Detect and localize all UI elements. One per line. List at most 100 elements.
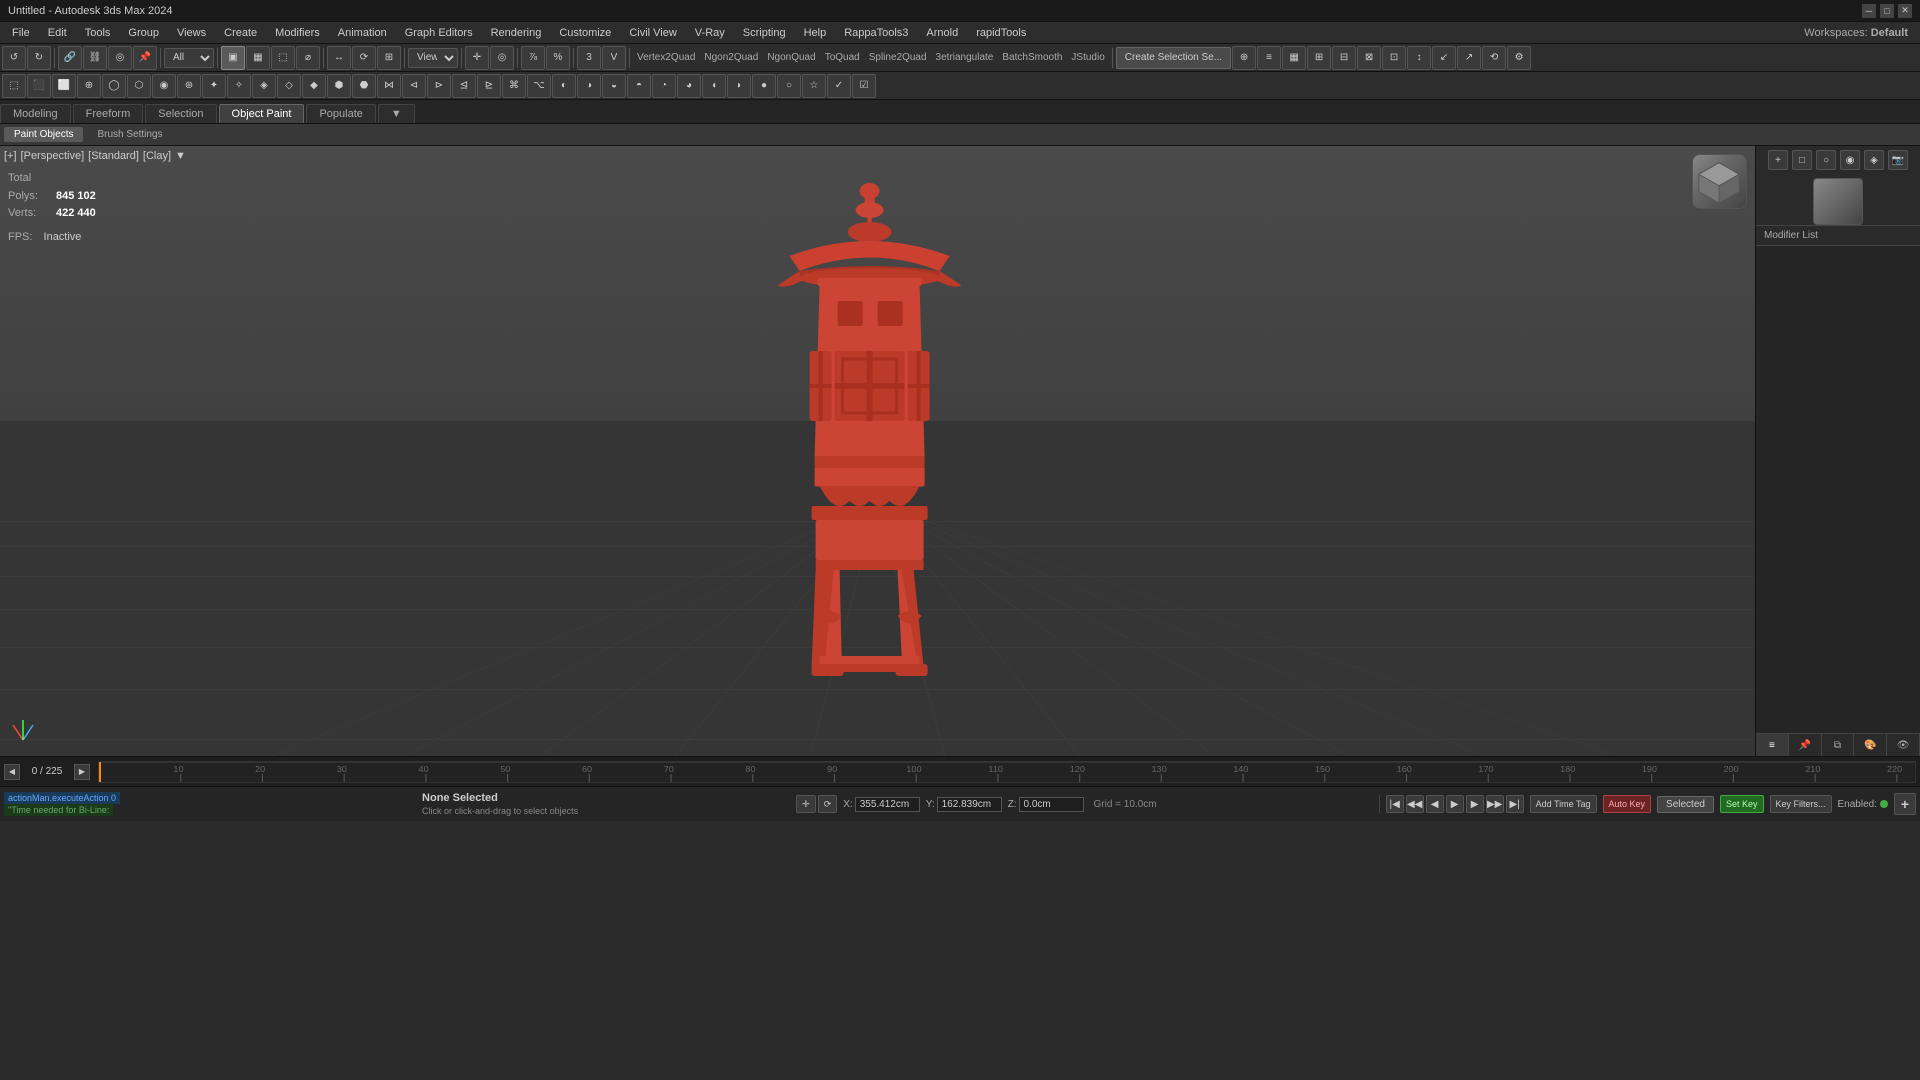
play-first-button[interactable]: |◀ <box>1386 795 1404 813</box>
obj-6[interactable]: ⬡ <box>127 74 151 98</box>
mirror-button[interactable]: ↔ <box>327 46 351 70</box>
snap3d-button[interactable]: 3 <box>577 46 601 70</box>
obj-35[interactable]: ☑ <box>852 74 876 98</box>
tab-selection[interactable]: Selection <box>145 104 216 123</box>
view-dropdown[interactable]: View <box>408 48 458 68</box>
viewport-clay[interactable]: [Clay] <box>143 150 171 162</box>
tb-extra-10[interactable]: ↗ <box>1457 46 1481 70</box>
move-icon-btn[interactable]: ✛ <box>796 795 816 813</box>
menu-file[interactable]: File <box>4 25 38 41</box>
obj-13[interactable]: ◆ <box>302 74 326 98</box>
add-button[interactable]: + <box>1894 793 1916 815</box>
timeline-ruler-container[interactable]: 10 20 30 40 50 60 70 80 90 100 110 120 1… <box>98 761 1916 783</box>
play-last-button[interactable]: ▶| <box>1506 795 1524 813</box>
rotate-button[interactable]: ⟳ <box>352 46 376 70</box>
menu-create[interactable]: Create <box>216 25 265 41</box>
z-input[interactable] <box>1019 797 1084 812</box>
tb-extra-3[interactable]: ▦ <box>1282 46 1306 70</box>
obj-11[interactable]: ◈ <box>252 74 276 98</box>
subtab-paint-objects[interactable]: Paint Objects <box>4 127 83 142</box>
play-button[interactable]: ▶ <box>1446 795 1464 813</box>
rp-icon-sphere[interactable]: ◉ <box>1840 150 1860 170</box>
obj-14[interactable]: ⬢ <box>327 74 351 98</box>
close-button[interactable]: ✕ <box>1898 4 1912 18</box>
redo-button[interactable]: ↻ <box>27 46 51 70</box>
play-prev-frame-button[interactable]: ◀ <box>1426 795 1444 813</box>
viewport[interactable]: [+] [Perspective] [Standard] [Clay] ▼ To… <box>0 146 1755 756</box>
tb-extra-12[interactable]: ⚙ <box>1507 46 1531 70</box>
rp-icon-light[interactable]: ◈ <box>1864 150 1884 170</box>
tb-extra-6[interactable]: ⊠ <box>1357 46 1381 70</box>
obj-21[interactable]: ⌘ <box>502 74 526 98</box>
obj-27[interactable]: ◔ <box>652 74 676 98</box>
bind-button[interactable]: ◎ <box>108 46 132 70</box>
menu-views[interactable]: Views <box>169 25 214 41</box>
rp-tab-stack[interactable]: ⧉ <box>1822 734 1855 756</box>
obj-24[interactable]: ◑ <box>577 74 601 98</box>
timeline-next-button[interactable]: ▶ <box>74 764 90 780</box>
obj-28[interactable]: ◕ <box>677 74 701 98</box>
unpin-button[interactable]: 📌 <box>133 46 157 70</box>
rp-icon-add[interactable]: + <box>1768 150 1788 170</box>
create-selection-button[interactable]: Create Selection Se... <box>1116 47 1231 69</box>
menu-modifiers[interactable]: Modifiers <box>267 25 328 41</box>
menu-arnold[interactable]: Arnold <box>918 25 966 41</box>
undo-button[interactable]: ↺ <box>2 46 26 70</box>
viewport-standard[interactable]: [Standard] <box>88 150 139 162</box>
tb-extra-7[interactable]: ⊡ <box>1382 46 1406 70</box>
key-filters-button[interactable]: Key Filters... <box>1770 795 1832 813</box>
obj-20[interactable]: ⊵ <box>477 74 501 98</box>
obj-34[interactable]: ✓ <box>827 74 851 98</box>
rotate2-button[interactable]: ◎ <box>490 46 514 70</box>
set-key-button[interactable]: Set Key <box>1720 795 1764 813</box>
menu-edit[interactable]: Edit <box>40 25 75 41</box>
obj-30[interactable]: ◗ <box>727 74 751 98</box>
menu-graph-editors[interactable]: Graph Editors <box>397 25 481 41</box>
tab-freeform[interactable]: Freeform <box>73 104 144 123</box>
select-name-button[interactable]: ▦ <box>246 46 270 70</box>
rp-tab-pin[interactable]: 📌 <box>1789 734 1822 756</box>
obj-18[interactable]: ⊳ <box>427 74 451 98</box>
obj-10[interactable]: ✧ <box>227 74 251 98</box>
rp-tab-list[interactable]: ≡ <box>1756 734 1789 756</box>
percent-button[interactable]: ⅞ <box>521 46 545 70</box>
tb-extra-1[interactable]: ⊕ <box>1232 46 1256 70</box>
play-prev-button[interactable]: ◀◀ <box>1406 795 1424 813</box>
move-button[interactable]: ✛ <box>465 46 489 70</box>
obj-7[interactable]: ◉ <box>152 74 176 98</box>
menu-customize[interactable]: Customize <box>551 25 619 41</box>
select-button[interactable]: ▣ <box>221 46 245 70</box>
menu-help[interactable]: Help <box>796 25 835 41</box>
rp-tab-eye[interactable]: 👁 <box>1887 734 1920 756</box>
rp-tab-color[interactable]: 🎨 <box>1854 734 1887 756</box>
obj-32[interactable]: ○ <box>777 74 801 98</box>
obj-19[interactable]: ⊴ <box>452 74 476 98</box>
menu-rendering[interactable]: Rendering <box>483 25 550 41</box>
obj-25[interactable]: ◒ <box>602 74 626 98</box>
rotate-icon-btn[interactable]: ⟳ <box>818 795 838 813</box>
maximize-button[interactable]: □ <box>1880 4 1894 18</box>
menu-scripting[interactable]: Scripting <box>735 25 794 41</box>
lasso-button[interactable]: ⌀ <box>296 46 320 70</box>
obj-17[interactable]: ⊲ <box>402 74 426 98</box>
y-input[interactable] <box>937 797 1002 812</box>
menu-vray[interactable]: V-Ray <box>687 25 733 41</box>
obj-12[interactable]: ◇ <box>277 74 301 98</box>
subtab-brush-settings[interactable]: Brush Settings <box>87 127 172 142</box>
obj-33[interactable]: ☆ <box>802 74 826 98</box>
obj-31[interactable]: ● <box>752 74 776 98</box>
scale-button[interactable]: ⊞ <box>377 46 401 70</box>
tab-extra[interactable]: ▼ <box>378 104 415 123</box>
menu-group[interactable]: Group <box>120 25 167 41</box>
nav-cube[interactable] <box>1692 154 1747 209</box>
obj-5[interactable]: ◯ <box>102 74 126 98</box>
minimize-button[interactable]: ─ <box>1862 4 1876 18</box>
rp-icon-box[interactable]: □ <box>1792 150 1812 170</box>
snapvert-button[interactable]: V <box>602 46 626 70</box>
obj-15[interactable]: ⬣ <box>352 74 376 98</box>
obj-9[interactable]: ✦ <box>202 74 226 98</box>
rp-icon-circle[interactable]: ○ <box>1816 150 1836 170</box>
tab-populate[interactable]: Populate <box>306 104 375 123</box>
menu-rappatools[interactable]: RappaTools3 <box>836 25 916 41</box>
obj-22[interactable]: ⌥ <box>527 74 551 98</box>
